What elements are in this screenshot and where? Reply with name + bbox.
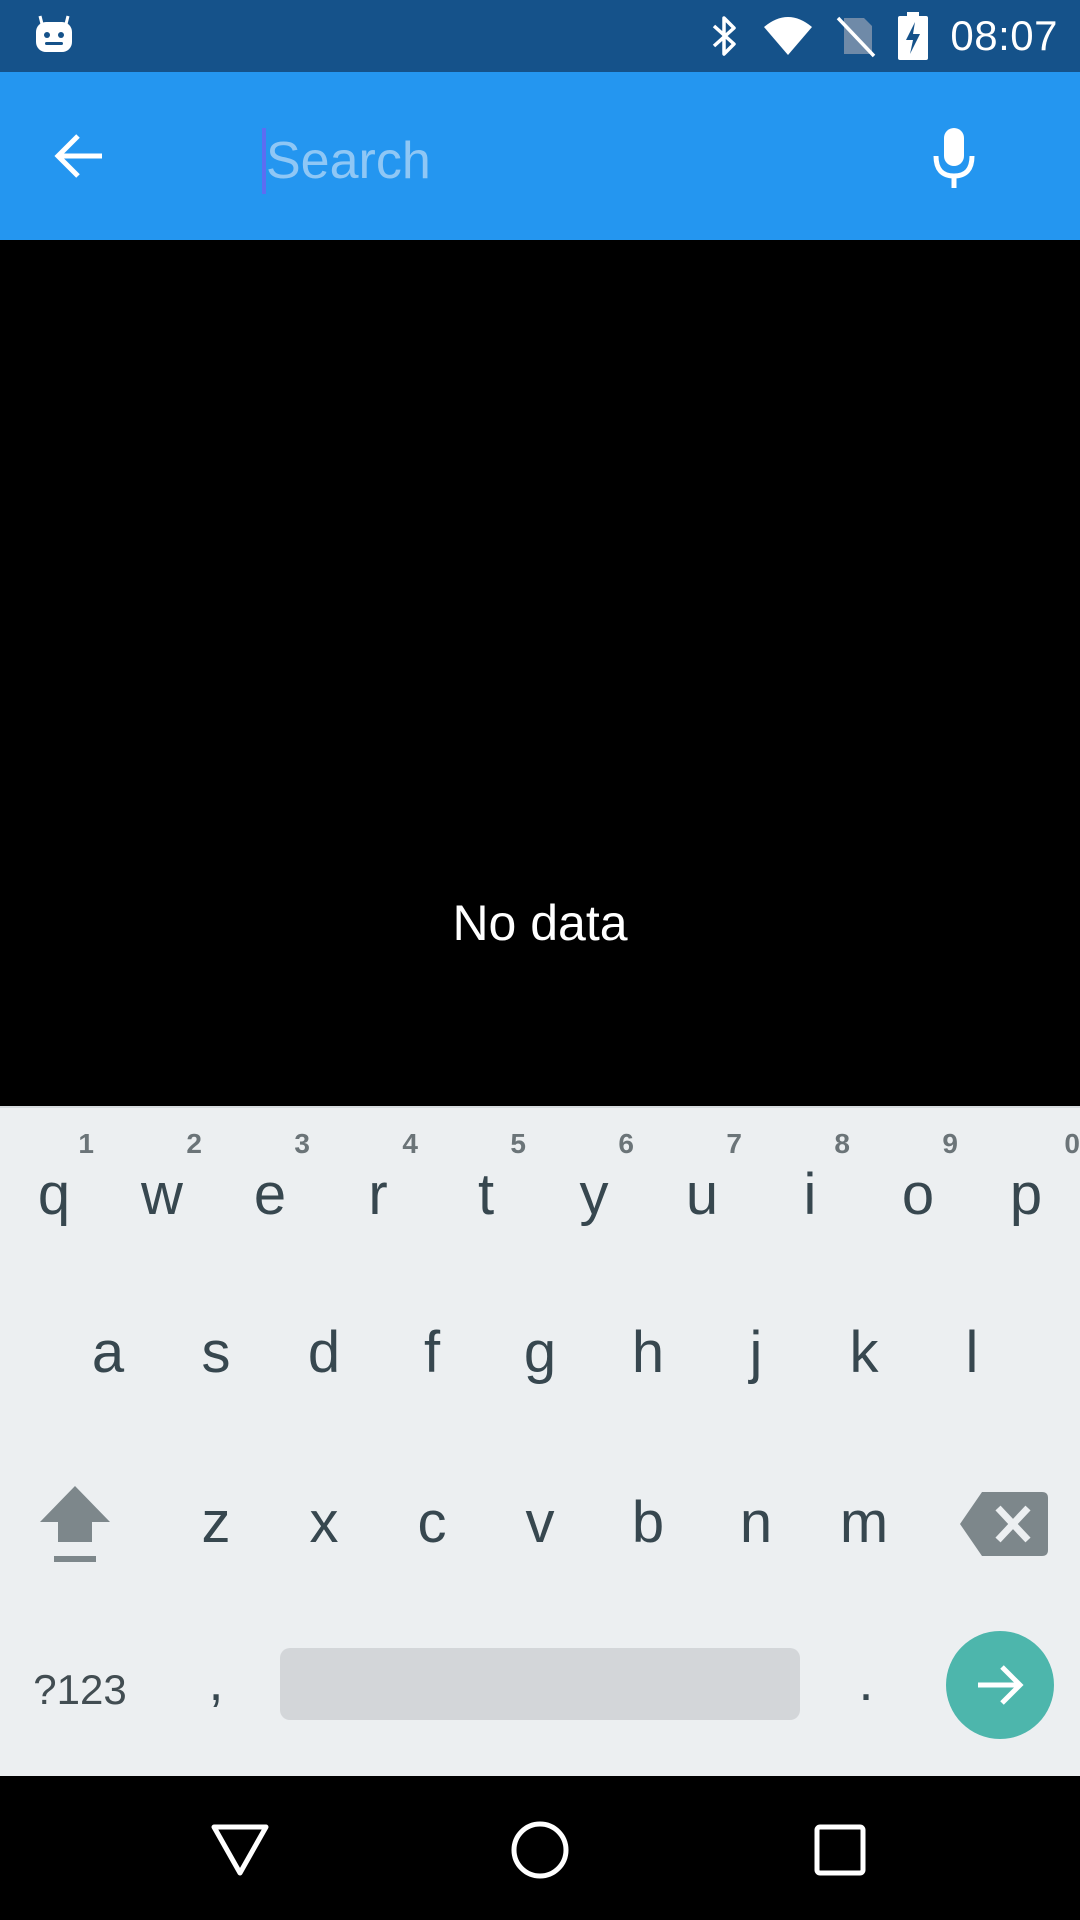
key-u[interactable]: 7u: [648, 1108, 756, 1268]
key-c[interactable]: c: [378, 1434, 486, 1602]
enter-key[interactable]: [946, 1631, 1054, 1739]
key-e[interactable]: 3e: [216, 1108, 324, 1268]
empty-state-message: No data: [452, 895, 628, 951]
arrow-back-icon: [54, 134, 102, 178]
nav-recents-button[interactable]: [790, 1800, 890, 1900]
key-m[interactable]: m: [810, 1434, 918, 1602]
status-bar: 08:07: [0, 0, 1080, 72]
key-b[interactable]: b: [594, 1434, 702, 1602]
recents-square-icon: [814, 1824, 866, 1876]
backspace-icon: [960, 1492, 1048, 1556]
key-o[interactable]: 9o: [864, 1108, 972, 1268]
bluetooth-icon: [713, 16, 737, 56]
mic-icon: [933, 128, 975, 188]
key-f[interactable]: f: [378, 1268, 486, 1434]
search-app-bar: [0, 72, 1080, 240]
navigation-bar: [0, 1776, 1080, 1920]
key-i[interactable]: 8i: [756, 1108, 864, 1268]
key-t[interactable]: 5t: [432, 1108, 540, 1268]
key-p[interactable]: 0p: [972, 1108, 1080, 1268]
delete-key[interactable]: [958, 1486, 1050, 1562]
wifi-icon: [764, 17, 813, 55]
key-d[interactable]: d: [270, 1268, 378, 1434]
key-q[interactable]: 1q: [0, 1108, 108, 1268]
symbols-key[interactable]: ?123: [0, 1602, 160, 1778]
key-w[interactable]: 2w: [108, 1108, 216, 1268]
nav-home-button[interactable]: [490, 1800, 590, 1900]
key-v[interactable]: v: [486, 1434, 594, 1602]
back-triangle-icon: [211, 1824, 269, 1876]
no-sim-icon: [837, 16, 876, 58]
home-circle-icon: [511, 1821, 569, 1879]
space-key[interactable]: [280, 1648, 800, 1720]
key-a[interactable]: a: [54, 1268, 162, 1434]
key-r[interactable]: 4r: [324, 1108, 432, 1268]
soft-keyboard: 1q 2w 3e 4r 5t 6y 7u 8i 9o 0p a s d f g …: [0, 1106, 1080, 1776]
status-clock: 08:07: [950, 12, 1058, 59]
key-s[interactable]: s: [162, 1268, 270, 1434]
android-notification-icon: [34, 14, 74, 54]
results-area: No data: [0, 240, 1080, 1106]
shift-icon: [40, 1486, 110, 1562]
key-l[interactable]: l: [918, 1268, 1026, 1434]
battery-charging-icon: [898, 12, 929, 60]
period-key[interactable]: .: [812, 1602, 920, 1778]
nav-back-button[interactable]: [190, 1800, 290, 1900]
key-j[interactable]: j: [702, 1268, 810, 1434]
key-x[interactable]: x: [270, 1434, 378, 1602]
key-y[interactable]: 6y: [540, 1108, 648, 1268]
search-input[interactable]: [264, 124, 894, 198]
key-k[interactable]: k: [810, 1268, 918, 1434]
comma-key[interactable]: ,: [162, 1602, 270, 1778]
search-field[interactable]: [262, 124, 902, 198]
key-z[interactable]: z: [162, 1434, 270, 1602]
back-button[interactable]: [40, 116, 120, 196]
key-h[interactable]: h: [594, 1268, 702, 1434]
key-g[interactable]: g: [486, 1268, 594, 1434]
shift-key[interactable]: [20, 1470, 130, 1580]
arrow-forward-icon: [978, 1665, 1024, 1705]
key-n[interactable]: n: [702, 1434, 810, 1602]
voice-search-button[interactable]: [932, 118, 976, 198]
